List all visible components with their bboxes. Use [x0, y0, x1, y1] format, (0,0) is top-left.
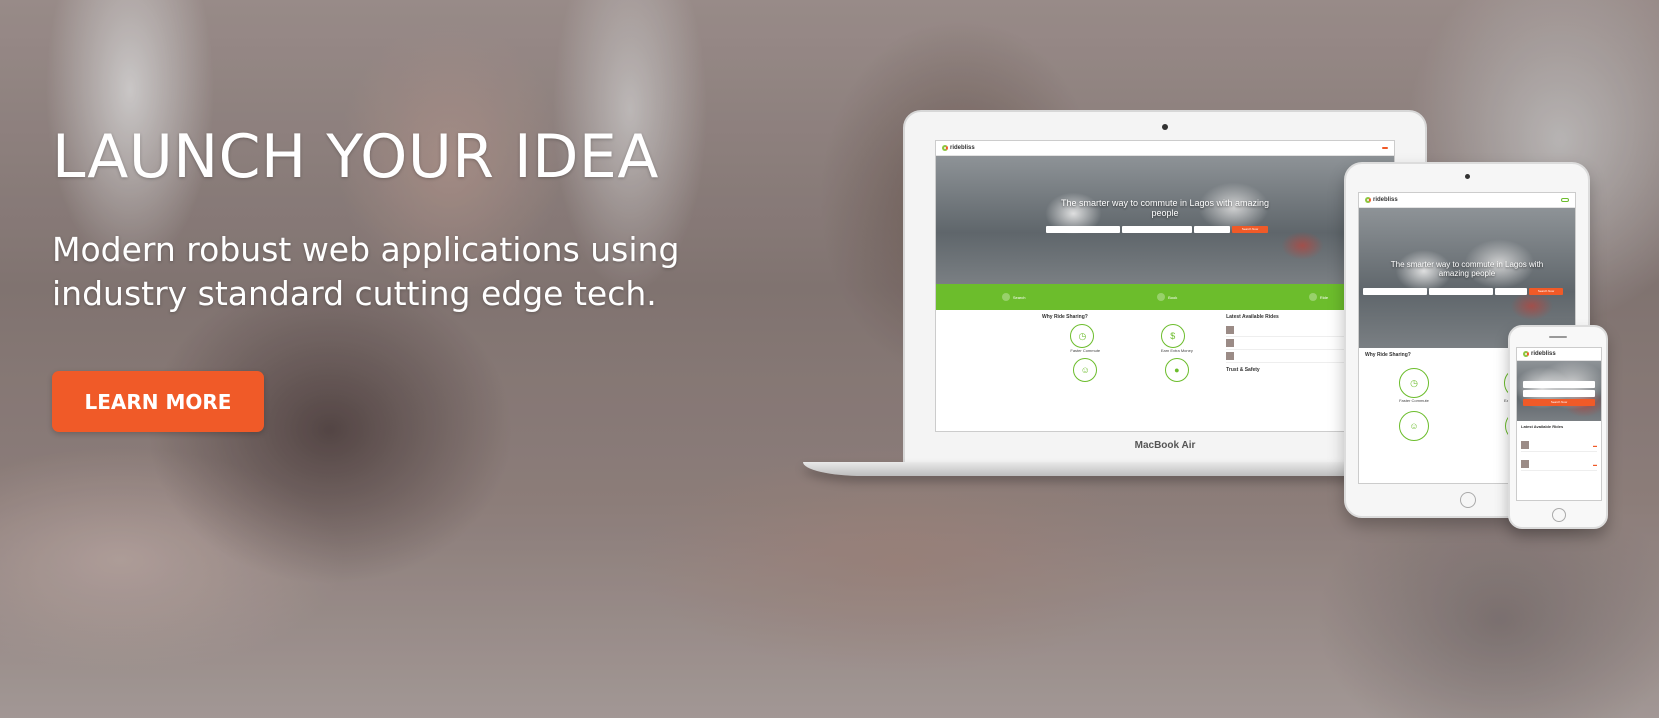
site-steps-bar: Search Book Ride: [936, 284, 1394, 310]
site-step: Ride: [1308, 293, 1328, 301]
home-button: [1552, 508, 1566, 522]
laptop-mockup: ridebliss The smarter way to commute in …: [803, 110, 1427, 490]
people-icon: ☺: [1399, 411, 1429, 441]
site-feature-grid: ◷Faster Commute $Earn Extra Money ☺ ●: [1042, 324, 1220, 382]
laptop-screen: ridebliss The smarter way to commute in …: [935, 140, 1395, 432]
book-icon: [1157, 293, 1166, 301]
home-button: [1460, 492, 1476, 508]
site-logo: ridebliss: [1365, 197, 1398, 203]
site-search-button: Search Now: [1232, 226, 1268, 233]
site-search-date: [1194, 226, 1230, 233]
site-rides-title: Latest Available Rides: [1521, 424, 1564, 429]
piggy-bank-icon: ●: [1164, 358, 1189, 382]
site-tagline: The smarter way to commute in Lagos with…: [1060, 198, 1270, 218]
avatar: [1226, 339, 1235, 347]
site-hero: The smarter way to commute in Lagos with…: [936, 156, 1394, 284]
site-nav: ridebliss: [936, 141, 1394, 156]
site-body: Why Ride Sharing? ◷Faster Commute $Earn …: [936, 310, 1394, 386]
logo-icon: [942, 145, 948, 151]
site-nav: ridebliss: [1359, 193, 1575, 208]
site-search-button: Search Now: [1529, 288, 1563, 295]
speaker-icon: [1549, 336, 1567, 338]
price-tag: ▬: [1593, 461, 1597, 467]
site-feature: $Earn Extra Money: [1160, 324, 1193, 353]
site-step: Book: [1157, 293, 1177, 301]
car-icon: [1308, 293, 1317, 301]
search-icon: [1001, 293, 1010, 301]
site-search-button: Search Now: [1523, 399, 1595, 406]
camera-icon: [1162, 124, 1168, 130]
avatar: [1226, 326, 1235, 334]
site-feature: ◷ Faster Commute: [1399, 368, 1429, 403]
site-hero: Search Now: [1517, 361, 1601, 421]
site-why-title: Why Ride Sharing?: [1042, 314, 1088, 320]
site-why-section: Why Ride Sharing? ◷ Faster Commute $ Earn …: [942, 314, 1220, 382]
site-search-bar: Search Now: [1046, 226, 1268, 233]
hero-headline: LAUNCH YOUR IDEA: [52, 122, 659, 192]
avatar: [1226, 352, 1235, 360]
stopwatch-icon: ◷: [1070, 324, 1095, 348]
money-bag-icon: $: [1160, 324, 1185, 348]
laptop-base: [803, 462, 1423, 476]
site-ride-row: ▬: [1521, 458, 1597, 471]
site-search-to: [1523, 390, 1595, 397]
site-search-from: [1046, 226, 1120, 233]
site-ride-row: ▬: [1521, 439, 1597, 452]
people-icon: ☺: [1073, 358, 1098, 382]
site-search-from: [1363, 288, 1427, 295]
menu-icon: [1561, 198, 1569, 202]
site-search-bar: Search Now: [1363, 288, 1563, 295]
site-nav: ridebliss: [1517, 348, 1601, 361]
hero-subheadline: Modern robust web applications using ind…: [52, 230, 680, 313]
site-search-to: [1429, 288, 1493, 295]
logo-icon: [1365, 197, 1371, 203]
site-step: Search: [1001, 293, 1026, 301]
avatar: [1521, 441, 1529, 449]
site-nav-button: [1382, 147, 1388, 149]
site-search-date: [1495, 288, 1527, 295]
phone-screen: ridebliss Search Now Latest Available Ri…: [1516, 347, 1602, 501]
site-logo: ridebliss: [942, 145, 975, 151]
price-tag: ▬: [1593, 442, 1597, 448]
camera-icon: [1465, 174, 1470, 179]
site-logo: ridebliss: [1523, 351, 1556, 357]
site-search-to: [1122, 226, 1192, 233]
stopwatch-icon: ◷: [1399, 368, 1429, 398]
avatar: [1521, 460, 1529, 468]
site-search-from: [1523, 381, 1595, 388]
site-body: Latest Available Rides ▬ ▬: [1517, 421, 1601, 474]
site-feature: ◷ Faster Commute: [1070, 324, 1100, 353]
phone-mockup: ridebliss Search Now Latest Available Ri…: [1508, 325, 1608, 529]
learn-more-button[interactable]: LEARN MORE: [52, 371, 264, 432]
site-tagline: The smarter way to commute in Lagos with…: [1390, 260, 1544, 278]
site-search-bar: Search Now: [1523, 381, 1595, 406]
logo-icon: [1523, 351, 1529, 357]
